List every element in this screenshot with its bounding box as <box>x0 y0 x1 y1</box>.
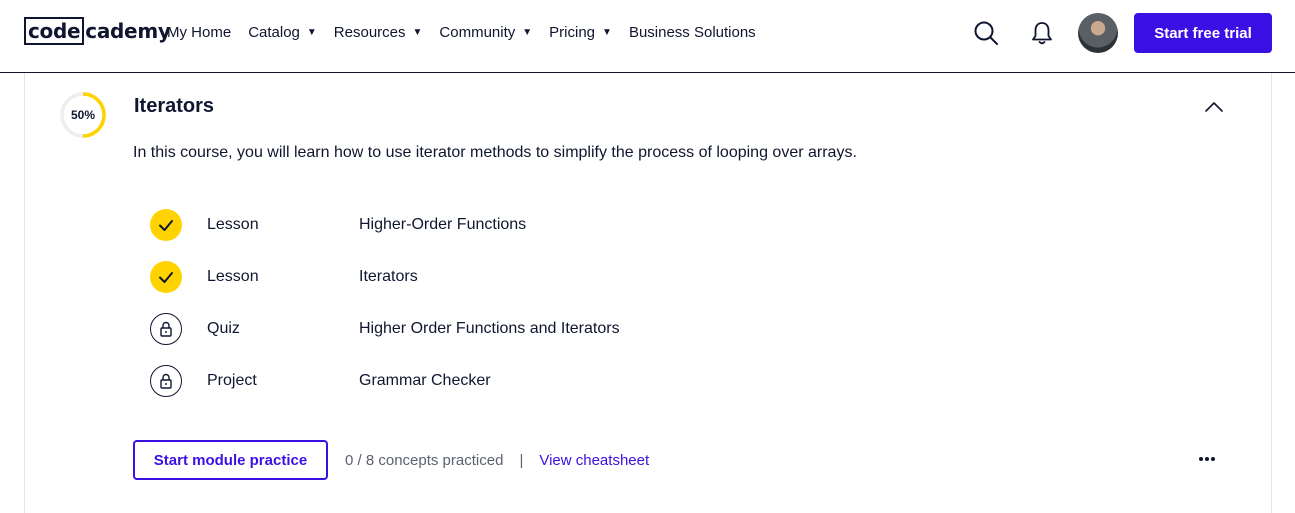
dot <box>1205 457 1209 461</box>
nav-item-business-solutions[interactable]: Business Solutions <box>629 24 756 41</box>
caret-down-icon: ▼ <box>306 26 317 38</box>
main-nav: My Home Catalog ▼ Resources ▼ Community … <box>167 21 773 43</box>
item-kind: Project <box>207 372 257 389</box>
module-item-iterators[interactable]: Lesson Iterators <box>150 260 750 294</box>
item-name: Higher-Order Functions <box>359 216 527 233</box>
progress-percent-label: 50% <box>70 108 96 122</box>
check-icon <box>150 209 182 241</box>
logo-boxed-text: code <box>24 17 85 45</box>
separator: | <box>519 451 524 469</box>
nav-item-community[interactable]: Community ▼ <box>439 24 532 41</box>
dot <box>1199 457 1203 461</box>
item-name: Iterators <box>359 268 418 285</box>
nav-item-label: Community <box>439 23 516 41</box>
nav-item-pricing[interactable]: Pricing ▼ <box>549 24 612 41</box>
module-description: In this course, you will learn how to us… <box>133 144 857 161</box>
item-name: Grammar Checker <box>359 372 491 389</box>
module-item-project[interactable]: Project Grammar Checker <box>150 364 750 398</box>
module-item-quiz[interactable]: Quiz Higher Order Functions and Iterator… <box>150 312 750 346</box>
item-kind: Lesson <box>207 268 259 285</box>
user-avatar[interactable] <box>1078 13 1118 53</box>
nav-item-label: Catalog <box>248 23 300 41</box>
check-icon <box>150 261 182 293</box>
logo-rest-text: cademy <box>85 19 171 43</box>
module-footer: Start module practice 0 / 8 concepts pra… <box>133 440 649 480</box>
module-item-higher-order-functions[interactable]: Lesson Higher-Order Functions <box>150 208 750 242</box>
top-navigation-bar: code cademy My Home Catalog ▼ Resources … <box>0 0 1295 73</box>
caret-down-icon: ▼ <box>522 26 533 38</box>
item-kind: Quiz <box>207 320 240 337</box>
start-free-trial-button[interactable]: Start free trial <box>1134 13 1272 53</box>
item-name: Higher Order Functions and Iterators <box>359 320 620 337</box>
more-options-icon[interactable] <box>1196 451 1218 467</box>
lock-icon <box>150 365 182 397</box>
nav-item-resources[interactable]: Resources ▼ <box>334 24 423 41</box>
codecademy-logo[interactable]: code cademy <box>24 17 171 45</box>
caret-down-icon: ▼ <box>602 26 612 38</box>
item-kind: Lesson <box>207 216 259 233</box>
caret-down-icon: ▼ <box>412 26 423 38</box>
lock-icon <box>150 313 182 345</box>
start-module-practice-button[interactable]: Start module practice <box>133 440 328 480</box>
nav-item-label: Business Solutions <box>628 23 756 41</box>
dot <box>1211 457 1215 461</box>
view-cheatsheet-link[interactable]: View cheatsheet <box>539 452 649 469</box>
nav-item-label: Pricing <box>549 23 596 41</box>
nav-item-label: Resources <box>333 23 406 41</box>
chevron-up-icon[interactable] <box>1203 99 1225 115</box>
search-icon[interactable] <box>973 20 999 46</box>
nav-item-catalog[interactable]: Catalog ▼ <box>248 24 317 41</box>
bell-icon[interactable] <box>1030 20 1054 46</box>
nav-item-label: My Home <box>167 23 232 41</box>
concepts-practiced-count: 0 / 8 concepts practiced <box>345 451 504 469</box>
module-title: Iterators <box>134 95 215 117</box>
nav-item-my-home[interactable]: My Home <box>167 24 231 41</box>
